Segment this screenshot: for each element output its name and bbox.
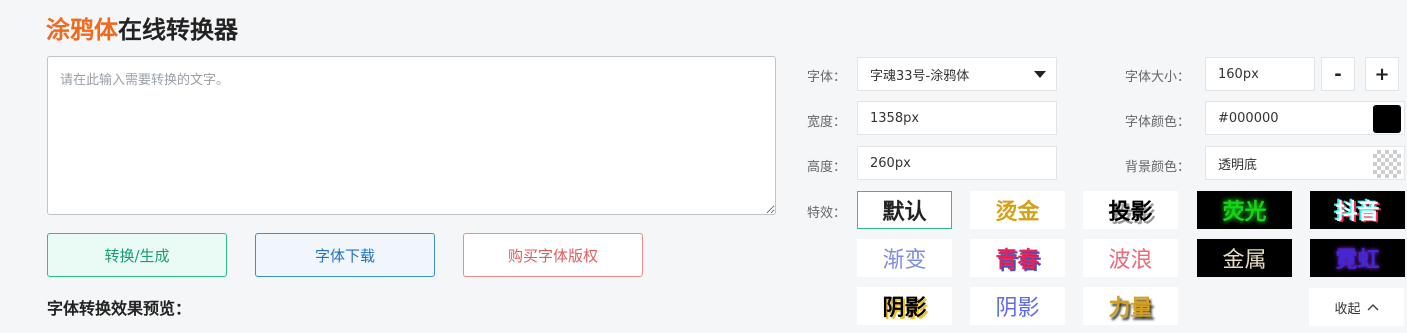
collapse-label: 收起 — [1334, 301, 1361, 317]
text-input[interactable] — [47, 56, 776, 215]
effect-youth[interactable]: 青春 — [970, 239, 1065, 277]
effect-shadow-yellow[interactable]: 阴影 — [857, 287, 952, 325]
decrease-size-button[interactable]: - — [1321, 57, 1355, 91]
bg-color-label: 背景颜色： — [1125, 160, 1191, 175]
bg-color-value: 透明底 — [1218, 157, 1258, 173]
effect-label: 特效： — [807, 206, 847, 221]
font-size-value: 160px — [1218, 66, 1259, 82]
buy-license-button[interactable]: 购买字体版权 — [463, 233, 643, 277]
font-size-input[interactable]: 160px — [1205, 57, 1315, 91]
font-download-button[interactable]: 字体下载 — [255, 233, 435, 277]
page-title: 涂鸦体在线转换器 — [46, 10, 238, 45]
preview-label: 字体转换效果预览： — [47, 299, 192, 318]
collapse-button[interactable]: 收起 — [1309, 288, 1404, 326]
font-color-swatch[interactable] — [1373, 105, 1401, 133]
effect-wave[interactable]: 波浪 — [1083, 239, 1178, 277]
font-select-value: 字魂33号-涂鸦体 — [870, 68, 970, 84]
font-color-label: 字体颜色： — [1125, 115, 1191, 130]
effect-power[interactable]: 力量 — [1083, 287, 1178, 325]
height-label: 高度： — [807, 160, 847, 175]
convert-button[interactable]: 转换/生成 — [47, 233, 227, 277]
increase-size-button[interactable]: + — [1365, 57, 1399, 91]
caret-down-icon — [1034, 71, 1046, 78]
font-select[interactable]: 字魂33号-涂鸦体 — [857, 57, 1057, 91]
effect-gradient[interactable]: 渐变 — [857, 239, 952, 277]
effect-drop-shadow[interactable]: 投影 — [1083, 191, 1178, 229]
title-highlight: 涂鸦体 — [46, 16, 118, 44]
effect-metal[interactable]: 金属 — [1197, 239, 1292, 277]
font-label: 字体： — [807, 70, 847, 85]
width-value: 1358px — [870, 110, 920, 126]
height-input[interactable]: 260px — [857, 146, 1057, 180]
width-input[interactable]: 1358px — [857, 101, 1057, 135]
title-rest: 在线转换器 — [118, 16, 238, 44]
font-color-value: #000000 — [1218, 110, 1279, 126]
width-label: 宽度： — [807, 115, 847, 130]
bg-color-swatch[interactable] — [1373, 150, 1401, 178]
effect-neon[interactable]: 霓虹 — [1310, 239, 1405, 277]
effect-default[interactable]: 默认 — [857, 191, 952, 229]
effect-gold-foil[interactable]: 烫金 — [970, 191, 1065, 229]
effect-douyin[interactable]: 抖音 — [1310, 191, 1405, 229]
height-value: 260px — [870, 155, 911, 171]
effect-shadow-blue[interactable]: 阴影 — [970, 287, 1065, 325]
chevron-up-icon — [1367, 304, 1378, 311]
effect-fluorescent[interactable]: 荧光 — [1197, 191, 1292, 229]
font-size-label: 字体大小： — [1125, 70, 1191, 85]
